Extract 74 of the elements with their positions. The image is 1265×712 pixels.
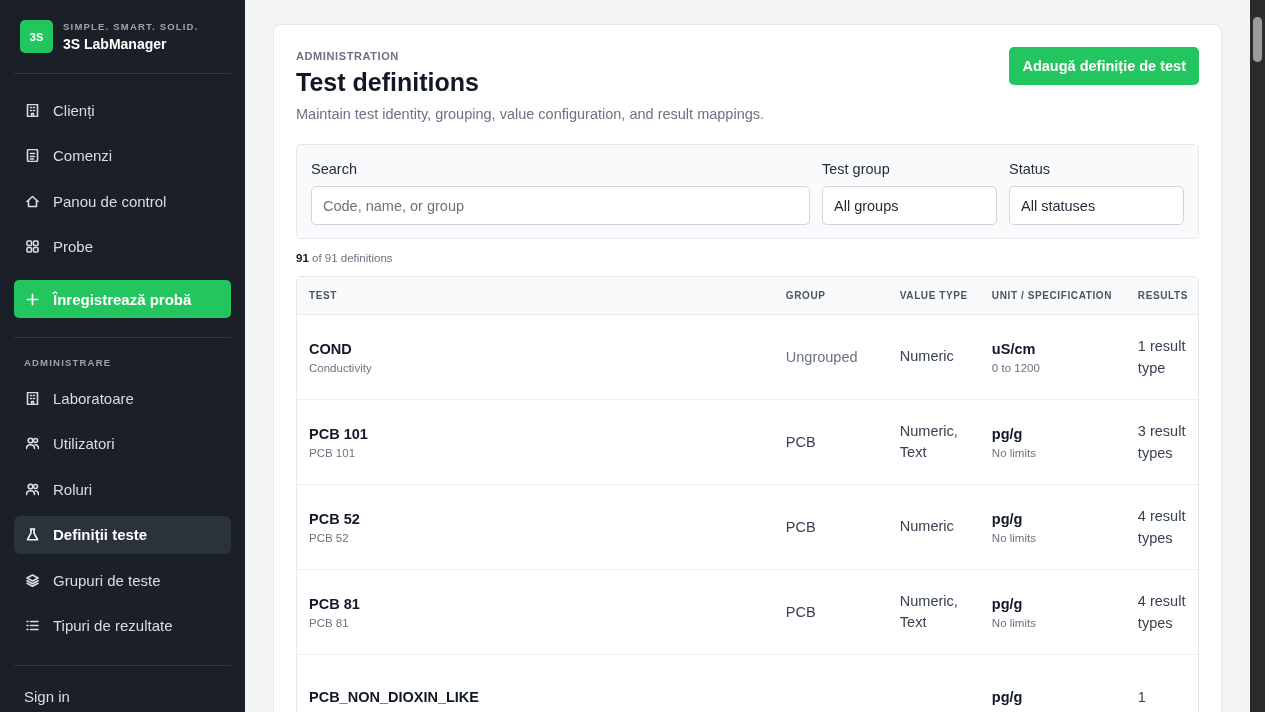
- specification-text: No limits: [991, 616, 1037, 629]
- nav-item[interactable]: Roluri: [14, 470, 231, 509]
- test-name: PCB 101: [309, 446, 357, 459]
- page-title: Test definitions: [296, 68, 480, 97]
- result-count-text: 4 result types: [1137, 593, 1186, 631]
- nav-item[interactable]: Utilizatori: [14, 424, 231, 463]
- document-icon: [26, 149, 39, 163]
- unit-text: uS/cm: [991, 340, 1037, 357]
- test-name: PCB 52: [309, 531, 350, 544]
- section-heading: ADMINISTRARE: [23, 357, 113, 368]
- building-icon: [26, 103, 39, 117]
- nav-item[interactable]: Laboratoare: [14, 379, 231, 418]
- eyebrow-label: ADMINISTRATION: [296, 50, 400, 62]
- specification-text: 0 to 1200: [991, 361, 1041, 374]
- nav-item[interactable]: Tipuri de rezultate: [14, 606, 231, 645]
- column-header: TEST: [297, 277, 774, 315]
- sign-in-link[interactable]: Sign in: [14, 688, 231, 705]
- value-type: Numeric, Text: [899, 592, 958, 630]
- nav-item[interactable]: Clienți: [14, 91, 231, 130]
- unit-text: pg/g: [991, 510, 1024, 527]
- logo-badge: 3S: [20, 20, 53, 53]
- test-code: PCB 101: [309, 425, 369, 442]
- users-icon: [26, 437, 39, 451]
- value-type: Numeric, Text: [899, 422, 958, 460]
- test-code: PCB 81: [309, 595, 361, 612]
- test-code: PCB_NON_DIOXIN_LIKE: [309, 689, 480, 705]
- page-subtitle: Maintain test identity, grouping, value configuration, and result mappings.: [296, 106, 765, 122]
- group-name: PCB: [785, 604, 816, 620]
- result-count-text: 3 result types: [1137, 423, 1186, 461]
- specification-text: No limits: [991, 446, 1037, 459]
- unit-text: pg/g: [991, 425, 1024, 442]
- unit-text: pg/g: [991, 595, 1024, 612]
- scrollbar-thumb[interactable]: [1253, 17, 1262, 62]
- result-count: 91 of 91 definitions: [296, 252, 394, 264]
- flask-icon: [26, 528, 39, 542]
- search-field[interactable]: Code, name, or group: [311, 186, 810, 225]
- test-name: Conductivity: [309, 361, 373, 374]
- nav-item[interactable]: Comenzi: [14, 136, 231, 175]
- unit-text: pg/g: [991, 689, 1024, 705]
- nav-item[interactable]: Probe: [14, 227, 231, 266]
- column-header: GROUP: [773, 277, 888, 315]
- result-count-text: 1 result type: [1137, 338, 1186, 376]
- nav-item[interactable]: Grupuri de teste: [14, 561, 231, 600]
- dropdown-field[interactable]: All groups: [822, 186, 997, 225]
- nav-item[interactable]: Panou de control: [14, 182, 231, 221]
- test-code: COND: [309, 340, 353, 357]
- plus-icon: [26, 292, 39, 306]
- list-icon: [26, 619, 39, 633]
- grid-icon: [26, 240, 39, 254]
- layers-icon: [26, 573, 39, 587]
- specification-text: No limits: [991, 531, 1037, 544]
- column-header: RESULTS: [1125, 277, 1198, 315]
- column-header: UNIT / SPECIFICATION: [979, 277, 1126, 315]
- field-label: Test group: [822, 161, 891, 177]
- result-count-text: 1: [1137, 689, 1146, 705]
- users-icon: [26, 482, 39, 496]
- brand-name: 3S LabManager: [63, 36, 168, 52]
- value-type: Numeric: [899, 518, 954, 535]
- nav-item[interactable]: Definiții teste: [14, 515, 231, 554]
- dropdown-field[interactable]: All statuses: [1009, 186, 1184, 225]
- field-label: Status: [1009, 161, 1052, 177]
- test-name: PCB 81: [309, 616, 350, 629]
- result-count-text: 4 result types: [1137, 508, 1186, 546]
- field-label: Search: [311, 161, 358, 177]
- group-name: Ungrouped: [785, 349, 858, 365]
- building-icon: [26, 391, 39, 405]
- brand-tagline: SIMPLE. SMART. SOLID.: [63, 21, 199, 32]
- group-name: PCB: [785, 434, 816, 450]
- value-type: Numeric: [899, 348, 954, 365]
- test-code: PCB 52: [309, 510, 361, 527]
- group-name: PCB: [785, 519, 816, 535]
- home-icon: [26, 194, 39, 208]
- column-header: VALUE TYPE: [887, 277, 980, 315]
- scrollbar[interactable]: [1250, 0, 1265, 712]
